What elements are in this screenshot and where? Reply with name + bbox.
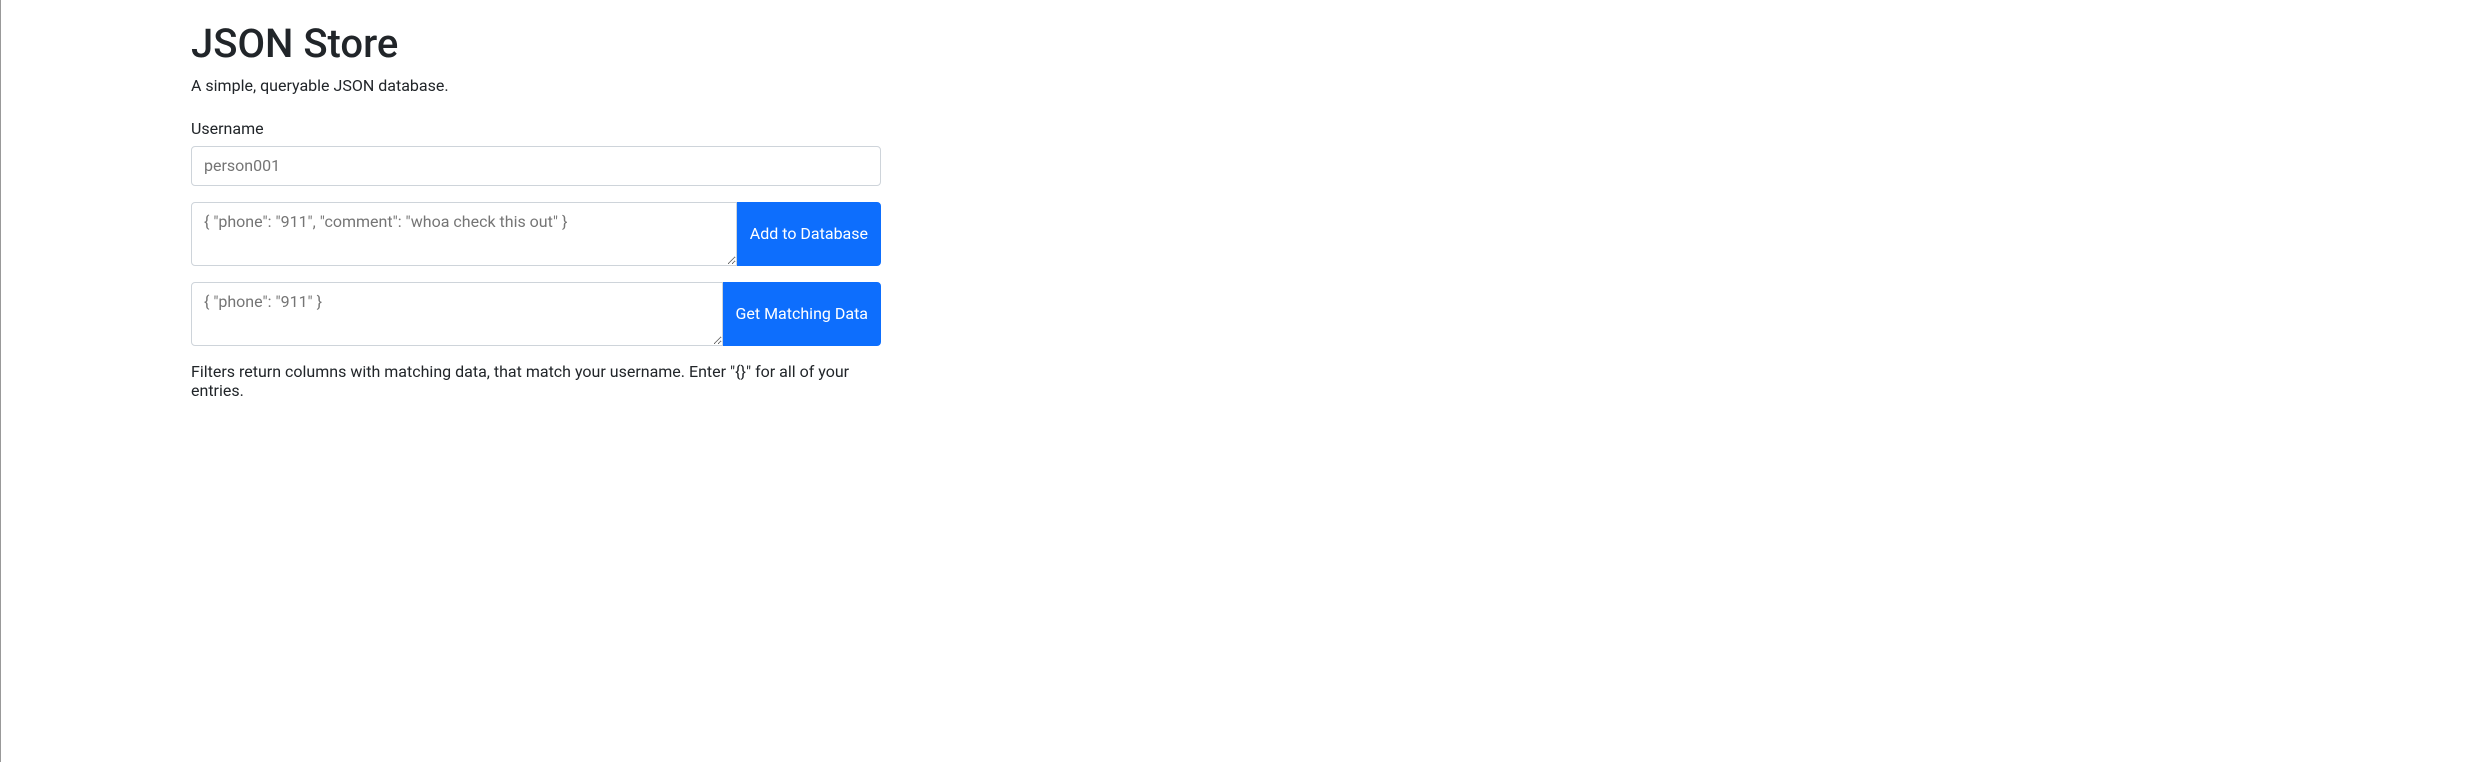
get-matching-data-button[interactable]: Get Matching Data [723,282,882,346]
add-to-database-button[interactable]: Add to Database [737,202,881,266]
add-data-textarea[interactable] [191,202,737,266]
username-label: Username [191,119,881,138]
page-title: JSON Store [191,20,881,68]
filter-data-textarea[interactable] [191,282,723,346]
filter-help-text: Filters return columns with matching dat… [191,362,881,400]
page-subtitle: A simple, queryable JSON database. [191,76,881,95]
username-input[interactable] [191,146,881,186]
